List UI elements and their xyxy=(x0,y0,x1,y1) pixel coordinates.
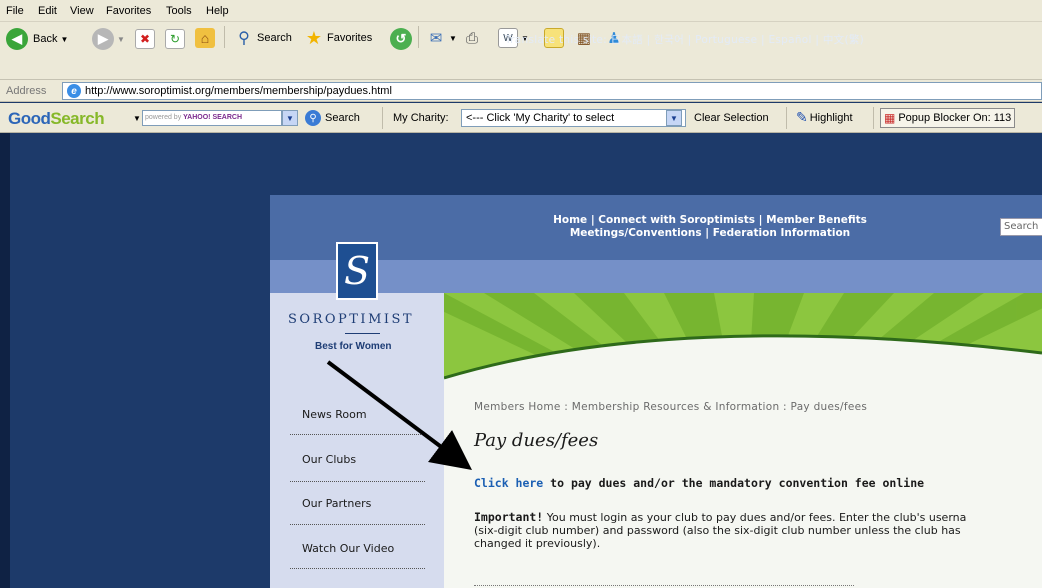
nav-line-2[interactable]: Meetings/Conventions | Federation Inform… xyxy=(270,227,1042,240)
sidebar-nav xyxy=(270,393,444,588)
goodsearch-search-label: Search xyxy=(325,112,360,124)
refresh-icon: ↻ xyxy=(165,29,185,49)
top-navigation: Home | Connect with Soroptimists | Membe… xyxy=(270,214,1042,240)
translate-links[interactable]: Translate this site: 日本語 | 한국어 | Portugu… xyxy=(505,32,864,47)
click-here-link[interactable]: Click here xyxy=(474,476,543,490)
nav-line-1[interactable]: Home | Connect with Soroptimists | Membe… xyxy=(270,214,1042,227)
main-content xyxy=(444,393,1042,588)
pay-dues-line: Click here to pay dues and/or the mandat… xyxy=(474,476,925,490)
menu-view[interactable]: View xyxy=(70,5,94,17)
home-button[interactable]: ⌂ xyxy=(195,28,215,48)
goodsearch-toolbar: GoodSearch ▼ powered by YAHOO! SEARCH ▼ … xyxy=(0,103,1042,133)
breadcrumb[interactable]: Members Home : Membership Resources & In… xyxy=(474,401,867,413)
search-icon: ⚲ xyxy=(305,110,321,126)
sidebar-item-watch-video[interactable]: Watch Our Video xyxy=(302,542,394,555)
address-input[interactable]: e http://www.soroptimist.org/members/mem… xyxy=(62,82,1042,100)
banner-image xyxy=(444,293,1042,393)
back-button[interactable]: ◀ Back ▼ xyxy=(6,28,68,50)
stop-icon: ✖ xyxy=(135,29,155,49)
popup-blocker-button[interactable]: ▦ Popup Blocker On: 113 xyxy=(880,108,1016,128)
clear-selection-button[interactable]: Clear Selection xyxy=(694,112,769,124)
popup-blocker-label: Popup Blocker On: 113 xyxy=(898,112,1012,124)
mail-icon: ✉ xyxy=(429,30,443,47)
ie-page-icon: e xyxy=(67,84,81,98)
highlight-label: Highlight xyxy=(809,111,853,124)
logo-wordmark: SOROPTIMIST xyxy=(288,312,415,327)
highlight-button[interactable]: ✎ Highlight xyxy=(796,109,853,126)
site-search-input[interactable]: Search xyxy=(1000,218,1042,236)
charity-select-value: <--- Click 'My Charity' to select xyxy=(466,112,615,124)
highlighter-icon: ✎ xyxy=(796,109,808,125)
goodsearch-input[interactable]: powered by YAHOO! SEARCH xyxy=(142,110,282,126)
back-label: Back xyxy=(33,33,58,45)
back-arrow-icon: ◀ xyxy=(6,28,28,50)
search-label: Search xyxy=(257,32,292,44)
dropdown-arrow-icon: ▼ xyxy=(117,34,125,44)
search-dropdown-button[interactable]: ▼ xyxy=(282,110,298,126)
important-notice: Important! You must login as your club t… xyxy=(474,510,967,551)
magnifier-icon: ⚲ xyxy=(238,30,250,47)
printer-icon: ⎙ xyxy=(465,29,478,47)
sidebar-item-our-partners[interactable]: Our Partners xyxy=(302,497,371,510)
menu-tools[interactable]: Tools xyxy=(166,5,192,17)
goodsearch-logo[interactable]: GoodSearch xyxy=(8,109,105,129)
sidebar-item-news-room[interactable]: News Room xyxy=(302,408,367,421)
stop-button[interactable]: ✖ xyxy=(135,29,155,49)
page-title: Pay dues/fees xyxy=(474,430,599,451)
address-bar: Address e http://www.soroptimist.org/mem… xyxy=(0,80,1042,102)
dropdown-arrow-icon: ▼ xyxy=(449,33,457,43)
charity-dropdown-button[interactable]: ▼ xyxy=(666,110,682,126)
logo-tagline: Best for Women xyxy=(315,341,392,352)
favorites-label: Favorites xyxy=(327,32,373,44)
soroptimist-logo-icon[interactable]: S xyxy=(336,242,378,300)
refresh-button[interactable]: ↻ xyxy=(165,29,185,49)
forward-arrow-icon: ▶ xyxy=(92,28,114,50)
standard-toolbar: ◀ Back ▼ ▶ ▼ ✖ ↻ ⌂ ⚲ Search ★ Favorites … xyxy=(0,22,1042,80)
forward-button[interactable]: ▶ ▼ xyxy=(92,28,125,50)
search-button[interactable]: ⚲ Search xyxy=(234,28,292,48)
menu-help[interactable]: Help xyxy=(206,5,229,17)
print-button[interactable]: ⎙ xyxy=(462,28,482,48)
home-icon: ⌂ xyxy=(195,28,215,48)
charity-select[interactable]: <--- Click 'My Charity' to select xyxy=(461,109,686,127)
menu-bar: File Edit View Favorites Tools Help xyxy=(0,0,1042,22)
history-icon: ↺ xyxy=(390,28,412,50)
header-strip xyxy=(270,260,1042,293)
menu-favorites[interactable]: Favorites xyxy=(106,5,151,17)
popup-blocker-icon: ▦ xyxy=(884,111,896,125)
mail-button[interactable]: ✉ ▼ xyxy=(426,28,457,48)
menu-edit[interactable]: Edit xyxy=(38,5,57,17)
goodsearch-menu-arrow-icon[interactable]: ▼ xyxy=(133,114,141,123)
star-icon: ★ xyxy=(305,27,323,48)
address-url: http://www.soroptimist.org/members/membe… xyxy=(85,85,392,97)
my-charity-label[interactable]: My Charity: xyxy=(393,112,449,124)
goodsearch-search-button[interactable]: ⚲ Search xyxy=(305,110,360,126)
history-button[interactable]: ↺ xyxy=(390,28,412,50)
sidebar-item-our-clubs[interactable]: Our Clubs xyxy=(302,453,356,466)
address-label: Address xyxy=(6,85,47,97)
favorites-button[interactable]: ★ Favorites xyxy=(304,28,372,48)
menu-file[interactable]: File xyxy=(6,5,24,17)
dropdown-arrow-icon: ▼ xyxy=(60,34,69,44)
